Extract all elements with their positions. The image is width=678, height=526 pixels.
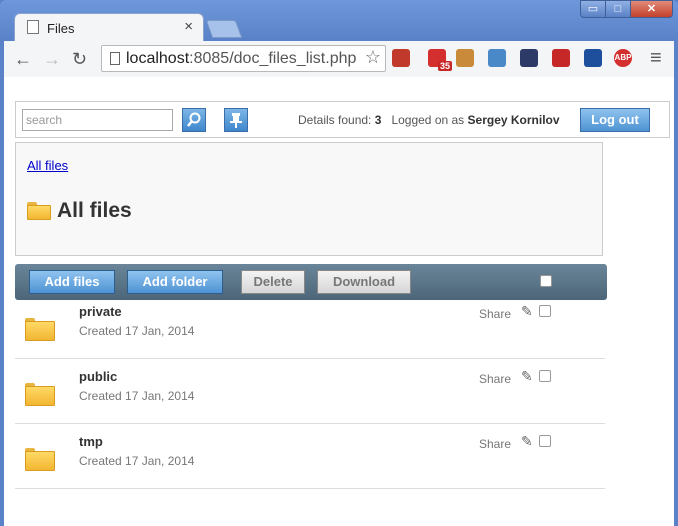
extension-badge: 35 [437, 61, 452, 71]
close-window-button[interactable]: ✕ [630, 0, 673, 18]
edit-icon[interactable]: ✎ [521, 368, 533, 385]
search-button[interactable] [182, 108, 206, 132]
file-created: Created 17 Jan, 2014 [79, 389, 195, 403]
share-link[interactable]: Share [479, 372, 511, 386]
edit-icon[interactable]: ✎ [521, 303, 533, 320]
file-row[interactable]: public Created 17 Jan, 2014 Share ✎ [15, 360, 605, 424]
folder-icon [25, 318, 55, 341]
url-text: localhost:8085/doc_files_list.php [126, 50, 357, 67]
edit-icon[interactable]: ✎ [521, 433, 533, 450]
file-created: Created 17 Jan, 2014 [79, 324, 195, 338]
details-info: Details found: 3 Logged on as Sergey Kor… [298, 113, 560, 127]
row-checkbox[interactable] [539, 435, 551, 447]
new-tab-button[interactable] [205, 20, 243, 38]
window-ext-icon[interactable] [488, 49, 506, 67]
address-bar[interactable]: localhost:8085/doc_files_list.php ☆ [101, 45, 386, 72]
reload-icon[interactable]: ↻ [72, 49, 87, 70]
select-all-checkbox[interactable] [540, 275, 552, 287]
row-checkbox[interactable] [539, 370, 551, 382]
add-folder-button[interactable]: Add folder [127, 270, 223, 294]
folder-icon [27, 202, 51, 220]
menu-icon[interactable]: ≡ [650, 47, 662, 70]
delete-button[interactable]: Delete [241, 270, 305, 294]
file-row[interactable]: private Created 17 Jan, 2014 Share ✎ [15, 295, 605, 359]
bookmark-ext-icon[interactable] [392, 49, 410, 67]
browser-window: ▭ □ ✕ Files × ← → ↻ localhost:8085/doc_f… [0, 0, 678, 526]
cookie-ext-icon[interactable] [456, 49, 474, 67]
file-name[interactable]: public [79, 369, 117, 384]
logout-button[interactable]: Log out [580, 108, 650, 132]
file-created: Created 17 Jan, 2014 [79, 454, 195, 468]
page-icon [27, 20, 39, 34]
minimize-button[interactable]: ▭ [580, 0, 606, 18]
forward-icon[interactable]: → [43, 49, 61, 70]
top-bar: Details found: 3 Logged on as Sergey Kor… [15, 101, 670, 138]
page-icon [110, 52, 120, 65]
share-link[interactable]: Share [479, 437, 511, 451]
share-link[interactable]: Share [479, 307, 511, 321]
info-ext-icon[interactable] [584, 49, 602, 67]
file-row[interactable]: tmp Created 17 Jan, 2014 Share ✎ [15, 425, 605, 489]
maximize-button[interactable]: □ [605, 0, 631, 18]
pin-icon [230, 113, 242, 128]
browser-tab[interactable]: Files × [14, 13, 204, 41]
search-input[interactable] [22, 109, 173, 131]
tab-title: Files [47, 21, 75, 36]
bookmark-star-icon[interactable]: ☆ [365, 47, 381, 68]
add-files-button[interactable]: Add files [29, 270, 115, 294]
page-content: Details found: 3 Logged on as Sergey Kor… [4, 77, 674, 526]
row-checkbox[interactable] [539, 305, 551, 317]
tab-close-icon[interactable]: × [184, 18, 193, 35]
page-title: All files [57, 199, 132, 222]
breadcrumb-panel: All files All files [15, 142, 603, 256]
browser-toolbar: ← → ↻ localhost:8085/doc_files_list.php … [4, 41, 674, 77]
gauge-ext-icon[interactable] [520, 49, 538, 67]
folder-icon [25, 448, 55, 471]
folder-icon [25, 383, 55, 406]
file-name[interactable]: tmp [79, 434, 103, 449]
badge-35-ext-icon[interactable]: 35 [428, 49, 452, 71]
search-icon [187, 112, 201, 127]
stop-ext-icon[interactable] [552, 49, 570, 67]
pin-button[interactable] [224, 108, 248, 132]
adblock-ext-icon[interactable]: ABP [614, 49, 632, 67]
file-name[interactable]: private [79, 304, 122, 319]
breadcrumb-link-all-files[interactable]: All files [27, 158, 68, 173]
back-icon[interactable]: ← [14, 49, 32, 70]
download-button[interactable]: Download [317, 270, 411, 294]
